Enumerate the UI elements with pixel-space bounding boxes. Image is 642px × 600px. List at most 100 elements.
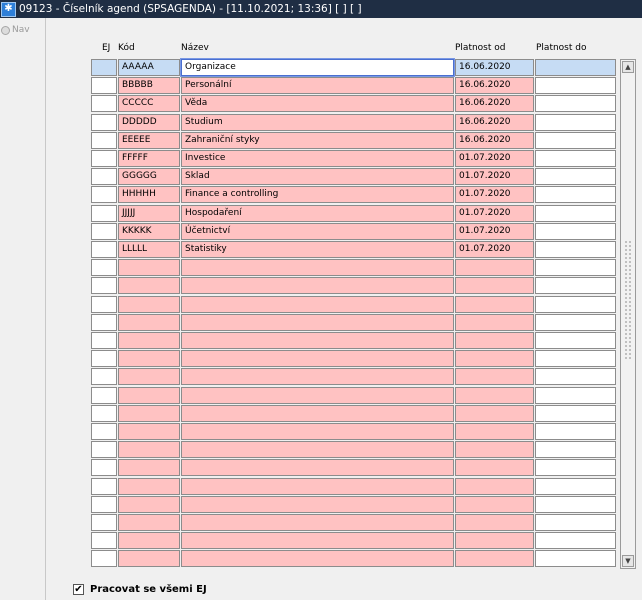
platnost-od-cell[interactable]: 01.07.2020 <box>455 186 534 203</box>
nazev-cell[interactable] <box>181 314 454 331</box>
kod-cell[interactable] <box>118 550 180 567</box>
nazev-cell[interactable] <box>181 332 454 349</box>
table-row[interactable] <box>91 387 618 405</box>
platnost-do-cell[interactable] <box>535 205 616 222</box>
platnost-od-cell[interactable] <box>455 496 534 513</box>
platnost-od-cell[interactable]: 16.06.2020 <box>455 95 534 112</box>
kod-cell[interactable] <box>118 514 180 531</box>
platnost-od-cell[interactable]: 01.07.2020 <box>455 168 534 185</box>
table-row[interactable] <box>91 296 618 314</box>
platnost-do-cell[interactable] <box>535 459 616 476</box>
ej-cell[interactable] <box>91 496 117 513</box>
table-row[interactable]: HHHHH Finance a controlling 01.07.2020 <box>91 186 618 204</box>
platnost-od-cell[interactable]: 16.06.2020 <box>455 114 534 131</box>
platnost-do-cell[interactable] <box>535 532 616 549</box>
kod-cell[interactable]: BBBBB <box>118 77 180 94</box>
platnost-od-cell[interactable] <box>455 296 534 313</box>
nazev-cell[interactable]: Studium <box>181 114 454 131</box>
ej-cell[interactable] <box>91 441 117 458</box>
platnost-do-cell[interactable] <box>535 186 616 203</box>
platnost-od-cell[interactable] <box>455 514 534 531</box>
nazev-cell[interactable] <box>181 550 454 567</box>
kod-cell[interactable] <box>118 368 180 385</box>
nazev-cell[interactable] <box>181 368 454 385</box>
table-row[interactable]: EEEEE Zahraniční styky 16.06.2020 <box>91 132 618 150</box>
nazev-cell[interactable] <box>181 423 454 440</box>
table-row[interactable]: AAAAA Organizace 16.06.2020 <box>91 58 618 77</box>
table-row[interactable]: DDDDD Studium 16.06.2020 <box>91 114 618 132</box>
ej-cell[interactable] <box>91 478 117 495</box>
table-row[interactable] <box>91 478 618 496</box>
nazev-cell[interactable] <box>181 496 454 513</box>
kod-cell[interactable] <box>118 441 180 458</box>
platnost-od-cell[interactable] <box>455 332 534 349</box>
platnost-od-cell[interactable]: 01.07.2020 <box>455 205 534 222</box>
nazev-cell[interactable]: Zahraniční styky <box>181 132 454 149</box>
ej-cell[interactable] <box>91 532 117 549</box>
ej-cell[interactable] <box>91 387 117 404</box>
ej-cell[interactable] <box>91 259 117 276</box>
kod-cell[interactable] <box>118 350 180 367</box>
table-row[interactable] <box>91 405 618 423</box>
table-row[interactable] <box>91 259 618 277</box>
nazev-cell[interactable]: Finance a controlling <box>181 186 454 203</box>
ej-cell[interactable] <box>91 168 117 185</box>
platnost-od-cell[interactable] <box>455 350 534 367</box>
platnost-do-cell[interactable] <box>535 114 616 131</box>
nazev-cell[interactable] <box>181 514 454 531</box>
nav-tab[interactable]: Nav <box>1 25 30 35</box>
table-row[interactable] <box>91 332 618 350</box>
platnost-do-cell[interactable] <box>535 332 616 349</box>
checkbox-checked-icon[interactable]: ✔ <box>73 584 84 595</box>
ej-cell[interactable] <box>91 223 117 240</box>
nazev-cell[interactable]: Statistiky <box>181 241 454 258</box>
platnost-do-cell[interactable] <box>535 259 616 276</box>
ej-cell[interactable] <box>91 459 117 476</box>
nazev-cell[interactable]: Věda <box>181 95 454 112</box>
nazev-cell[interactable]: Sklad <box>181 168 454 185</box>
platnost-od-cell[interactable]: 16.06.2020 <box>455 77 534 94</box>
table-row[interactable]: CCCCC Věda 16.06.2020 <box>91 95 618 113</box>
kod-cell[interactable] <box>118 423 180 440</box>
scrollbar-grip[interactable] <box>624 240 632 360</box>
table-row[interactable]: GGGGG Sklad 01.07.2020 <box>91 168 618 186</box>
platnost-od-cell[interactable]: 01.07.2020 <box>455 150 534 167</box>
all-ej-option[interactable]: ✔ Pracovat se všemi EJ <box>73 584 207 595</box>
table-row[interactable]: FFFFF Investice 01.07.2020 <box>91 150 618 168</box>
platnost-do-cell[interactable] <box>535 514 616 531</box>
nazev-cell[interactable]: Hospodaření <box>181 205 454 222</box>
kod-cell[interactable] <box>118 387 180 404</box>
table-row[interactable] <box>91 368 618 386</box>
ej-cell[interactable] <box>91 132 117 149</box>
table-row[interactable]: JJJJJ Hospodaření 01.07.2020 <box>91 205 618 223</box>
kod-cell[interactable]: FFFFF <box>118 150 180 167</box>
platnost-od-cell[interactable] <box>455 259 534 276</box>
platnost-do-cell[interactable] <box>535 132 616 149</box>
kod-cell[interactable] <box>118 332 180 349</box>
table-row[interactable] <box>91 496 618 514</box>
table-row[interactable] <box>91 350 618 368</box>
kod-cell[interactable] <box>118 459 180 476</box>
platnost-od-cell[interactable] <box>455 441 534 458</box>
platnost-od-cell[interactable] <box>455 368 534 385</box>
table-row[interactable] <box>91 441 618 459</box>
platnost-od-cell[interactable] <box>455 550 534 567</box>
ej-cell[interactable] <box>91 296 117 313</box>
platnost-do-cell[interactable] <box>535 387 616 404</box>
table-row[interactable] <box>91 314 618 332</box>
kod-cell[interactable]: GGGGG <box>118 168 180 185</box>
platnost-od-cell[interactable]: 01.07.2020 <box>455 241 534 258</box>
platnost-do-cell[interactable] <box>535 77 616 94</box>
nazev-cell[interactable]: Účetnictví <box>181 223 454 240</box>
kod-cell[interactable]: KKKKK <box>118 223 180 240</box>
nazev-cell[interactable] <box>181 441 454 458</box>
kod-cell[interactable]: CCCCC <box>118 95 180 112</box>
platnost-do-cell[interactable] <box>535 168 616 185</box>
platnost-do-cell[interactable] <box>535 95 616 112</box>
table-row[interactable] <box>91 532 618 550</box>
platnost-do-cell[interactable] <box>535 223 616 240</box>
platnost-od-cell[interactable] <box>455 277 534 294</box>
ej-cell[interactable] <box>91 95 117 112</box>
nazev-cell[interactable] <box>181 277 454 294</box>
kod-cell[interactable] <box>118 277 180 294</box>
